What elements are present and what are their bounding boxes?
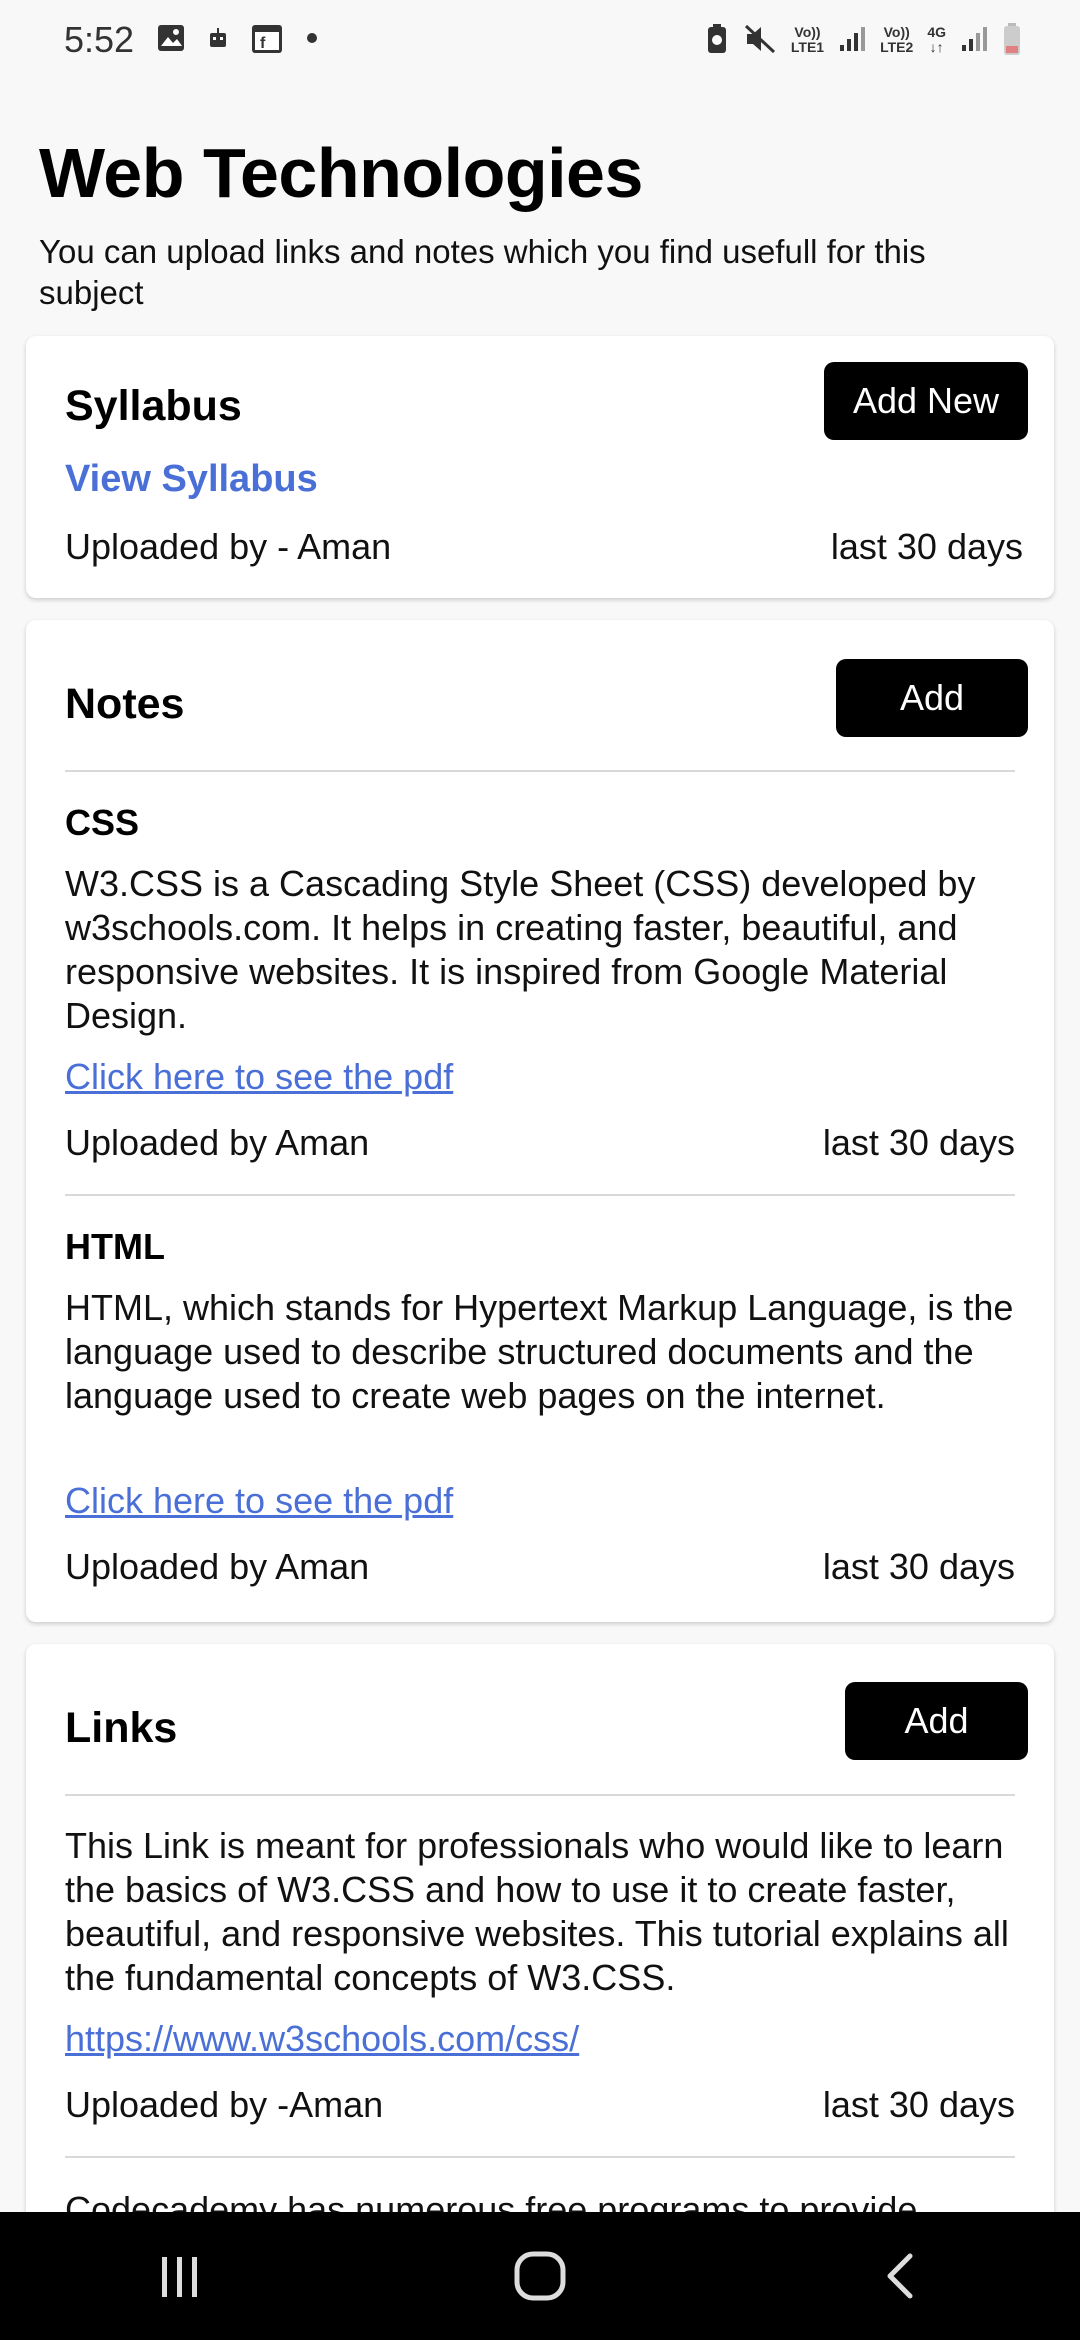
note-description: W3.CSS is a Cascading Style Sheet (CSS) … xyxy=(65,863,976,1036)
syllabus-meta: Uploaded by - Aman last 30 days xyxy=(65,526,1023,568)
divider xyxy=(65,2156,1015,2158)
view-syllabus-link[interactable]: View Syllabus xyxy=(65,458,318,501)
add-new-syllabus-button[interactable]: Add New xyxy=(824,362,1028,440)
scroll-content[interactable]: Web Technologies You can upload links an… xyxy=(0,80,1080,2212)
status-bar: 5:52 f Vo)) LTE1 Vo)) LTE2 4G ↓↑ xyxy=(0,0,1080,80)
add-link-button[interactable]: Add xyxy=(845,1682,1028,1760)
page-subtitle: You can upload links and notes which you… xyxy=(39,233,926,311)
sim2-label: Vo)) LTE2 xyxy=(880,24,914,55)
note-time: last 30 days xyxy=(822,1546,1015,1587)
signal-icon xyxy=(838,25,866,56)
divider xyxy=(65,1794,1015,1796)
notes-title: Notes xyxy=(65,680,185,728)
battery-icon xyxy=(1002,22,1022,59)
network-type: 4G ↓↑ xyxy=(927,24,946,55)
links-card: Links Add This Link is meant for profess… xyxy=(26,1644,1054,2212)
add-note-button[interactable]: Add xyxy=(836,659,1028,737)
link-url[interactable]: https://www.w3schools.com/css/ xyxy=(65,2018,579,2060)
syllabus-title: Syllabus xyxy=(65,382,242,430)
note-uploaded-by: Uploaded by Aman xyxy=(65,1546,370,1587)
note-description: HTML, which stands for Hypertext Markup … xyxy=(65,1287,1014,1416)
mute-icon xyxy=(743,23,777,58)
syllabus-time: last 30 days xyxy=(830,526,1023,567)
status-time: 5:52 xyxy=(64,19,135,60)
note-title: CSS xyxy=(65,802,140,843)
note-title: HTML xyxy=(65,1226,165,1267)
divider xyxy=(65,770,1015,772)
dot-icon xyxy=(306,31,318,49)
note-time: last 30 days xyxy=(822,1122,1015,1163)
svg-text:f: f xyxy=(260,35,266,52)
divider xyxy=(65,1194,1015,1196)
signal-icon xyxy=(960,25,988,56)
syllabus-uploaded-by: Uploaded by - Aman xyxy=(65,526,392,567)
link-description: Codecademy has numerous free programs to… xyxy=(65,2189,918,2212)
sim1-label: Vo)) LTE1 xyxy=(790,24,825,55)
home-icon[interactable] xyxy=(480,2236,600,2316)
navigation-bar xyxy=(0,2212,1080,2340)
gallery-icon xyxy=(156,23,186,58)
back-icon[interactable] xyxy=(840,2236,960,2316)
calendar-icon: f xyxy=(250,21,284,60)
link-meta: Uploaded by -Aman last 30 days xyxy=(65,2084,1015,2126)
battery-saver-icon xyxy=(705,23,729,58)
notes-card: Notes Add CSS W3.CSS is a Cascading Styl… xyxy=(26,620,1054,1622)
links-title: Links xyxy=(65,1704,178,1752)
syllabus-card: Syllabus Add New View Syllabus Uploaded … xyxy=(26,336,1054,598)
link-description: This Link is meant for professionals who… xyxy=(65,1825,1009,1998)
page-title: Web Technologies xyxy=(39,134,643,212)
robot-icon xyxy=(208,27,228,54)
link-uploaded-by: Uploaded by -Aman xyxy=(65,2084,384,2125)
note-meta: Uploaded by Aman last 30 days xyxy=(65,1122,1015,1164)
recents-icon[interactable] xyxy=(120,2236,240,2316)
note-uploaded-by: Uploaded by Aman xyxy=(65,1122,370,1163)
link-time: last 30 days xyxy=(822,2084,1015,2125)
note-pdf-link[interactable]: Click here to see the pdf xyxy=(65,1480,453,1522)
note-meta: Uploaded by Aman last 30 days xyxy=(65,1546,1015,1588)
note-pdf-link[interactable]: Click here to see the pdf xyxy=(65,1056,453,1098)
